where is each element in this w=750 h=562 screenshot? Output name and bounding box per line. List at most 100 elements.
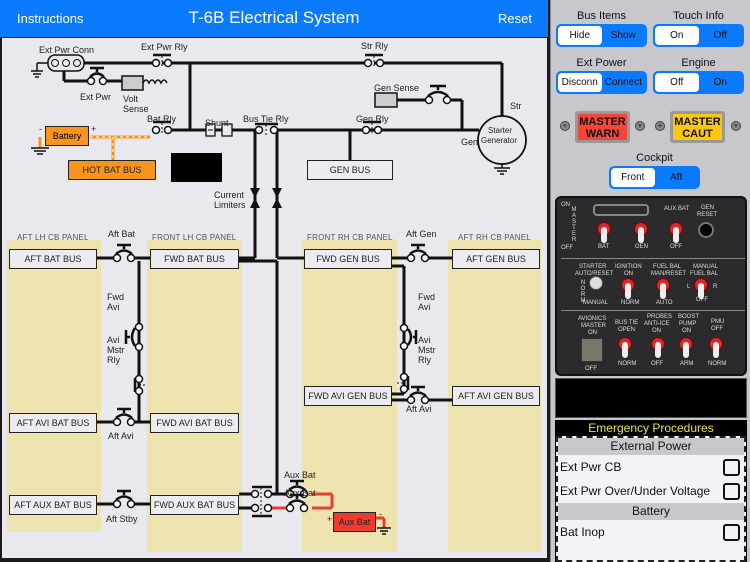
label-gen-sense: Gen Sense	[374, 83, 420, 93]
battery-minus: -	[39, 124, 42, 134]
section-header: External Power	[558, 438, 744, 455]
checkbox[interactable]	[723, 482, 740, 500]
touch-info-off[interactable]: Off	[699, 26, 743, 45]
aft-bat-bus[interactable]: AFT BAT BUS	[9, 249, 97, 269]
fwd-avi-gen-bus[interactable]: FWD AVI GEN BUS	[304, 386, 392, 406]
label-bat-rly: Bat Rly	[147, 114, 177, 124]
fwd-bat-bus[interactable]: FWD BAT BUS	[150, 249, 239, 269]
touch-info-segmented: On Off	[653, 24, 744, 47]
aft-avi-r-contact	[420, 395, 430, 405]
ext-power-segmented: Disconn Connect	[556, 71, 647, 94]
engine-title: Engine	[681, 57, 716, 69]
bus-tie-switch[interactable]	[618, 337, 632, 359]
checkbox[interactable]	[723, 458, 740, 476]
pmu-switch[interactable]	[709, 337, 723, 359]
ext-power-disconn[interactable]: Disconn	[558, 73, 602, 92]
starter-switch[interactable]	[589, 276, 603, 290]
list-item[interactable]: Bat Inop	[558, 520, 744, 544]
label-aux-bat-2: Aux Bat	[284, 470, 316, 480]
cockpit-front[interactable]: Front	[611, 168, 655, 187]
cp-pmu-2: OFF	[711, 326, 723, 332]
bus-items-hide[interactable]: Hide	[558, 26, 602, 45]
aft-avi-r-contact	[406, 395, 416, 405]
fuel-bal-switch[interactable]	[656, 278, 670, 300]
cb-cap	[409, 385, 427, 397]
emergency-list[interactable]: External Power Ext Pwr CB Ext Pwr Over/U…	[556, 436, 746, 562]
gen-reset-button[interactable]	[698, 222, 714, 238]
ext-power-connect[interactable]: Connect	[602, 73, 646, 92]
touch-info-on[interactable]: On	[655, 26, 699, 45]
cp-gen-reset-2: RESET	[697, 212, 718, 218]
item-label: Bat Inop	[560, 525, 605, 539]
aft-stby-contact	[126, 499, 136, 509]
ground-icon	[377, 527, 391, 535]
cp-master: MASTER	[571, 207, 577, 243]
ext-power-title: Ext Power	[576, 57, 627, 69]
cp-man-fuel-2: FUEL BAL	[690, 271, 719, 277]
reset-button[interactable]: Reset	[498, 11, 532, 26]
ground-icon	[31, 62, 48, 78]
screw-icon: +	[655, 121, 665, 131]
list-item[interactable]: Ext Pwr Over/Under Voltage	[558, 479, 744, 503]
bat-switch[interactable]	[597, 222, 611, 244]
avionics-master-guard[interactable]	[581, 338, 603, 362]
fwd-gen-bus[interactable]: FWD GEN BUS	[304, 249, 392, 269]
label-ext-pwr-rly: Ext Pwr Rly	[141, 42, 188, 52]
cp-man-r: R	[713, 284, 718, 290]
avi-mstr-r-contact	[399, 384, 409, 394]
gen-switch[interactable]	[634, 222, 648, 244]
master-caut-button[interactable]: MASTER CAUT	[670, 111, 725, 143]
probes-anti-ice-switch[interactable]	[651, 337, 665, 359]
aux-bat-minus: -	[379, 509, 382, 519]
bus-tie-rly-contact	[269, 125, 279, 135]
label-shunt: Shunt	[205, 118, 229, 128]
bus-items-title: Bus Items	[577, 10, 626, 22]
bus-items-control: Bus Items Hide Show	[556, 10, 647, 47]
coil-icon	[142, 79, 168, 85]
label-bus-tie-rly: Bus Tie Rly	[243, 114, 289, 124]
screw-icon: +	[731, 121, 741, 131]
fwd-avi-r-contact	[399, 341, 409, 351]
gen-bus[interactable]: GEN BUS	[307, 160, 393, 180]
label-generator: Generator	[481, 136, 518, 145]
aft-gen-bus[interactable]: AFT GEN BUS	[452, 249, 540, 269]
label-aft-avi-r: Aft Avi	[406, 404, 432, 414]
aft-avi-gen-bus[interactable]: AFT AVI GEN BUS	[452, 386, 540, 406]
aft-avi-bat-bus[interactable]: AFT AVI BAT BUS	[9, 413, 97, 433]
cp-bus-tie-norm: NORM	[618, 361, 637, 367]
aux-bat-switch[interactable]	[669, 222, 683, 244]
battery[interactable]: Battery	[45, 126, 89, 146]
master-warn-button[interactable]: MASTER WARN	[575, 111, 630, 143]
master-caut-line2: CAUT	[682, 128, 713, 140]
boost-pump-switch[interactable]	[679, 337, 693, 359]
checkbox[interactable]	[723, 523, 740, 541]
cb-cap	[115, 407, 133, 419]
cp-on: ON	[561, 202, 570, 208]
fwd-aux-bat-bus[interactable]: FWD AUX BAT BUS	[150, 495, 239, 515]
touch-info-title: Touch Info	[673, 10, 724, 22]
bus-items-show[interactable]: Show	[602, 26, 646, 45]
volt-sense-box	[121, 75, 144, 91]
fwd-avi-bat-bus[interactable]: FWD AVI BAT BUS	[150, 413, 239, 433]
screw-icon: +	[635, 121, 645, 131]
aft-bat-cb-contact	[126, 253, 136, 263]
engine-off[interactable]: Off	[655, 73, 699, 92]
fwd-avi-r-contact	[399, 323, 409, 333]
screw-icon: +	[560, 121, 570, 131]
aft-gen-cb-contact	[420, 253, 430, 263]
aux-battery[interactable]: Aux Bat	[333, 512, 376, 532]
master-guard	[593, 204, 649, 216]
hot-bat-bus[interactable]: HOT BAT BUS	[68, 160, 156, 180]
cp-bus-tie-1: BUS TIE	[615, 320, 639, 326]
bat-rly-contact	[163, 125, 173, 135]
cockpit-aft[interactable]: Aft	[655, 168, 699, 187]
list-item[interactable]: Ext Pwr CB	[558, 455, 744, 479]
ext-pwr-cb-contact	[98, 76, 108, 86]
cb-cap	[406, 328, 418, 346]
label-str-rly: Str Rly	[361, 41, 388, 51]
app: Instructions T-6B Electrical System Rese…	[0, 0, 750, 562]
engine-on[interactable]: On	[699, 73, 743, 92]
cb-cap	[409, 243, 427, 255]
aft-aux-bat-bus[interactable]: AFT AUX BAT BUS	[9, 495, 97, 515]
ignition-switch[interactable]	[621, 278, 635, 300]
